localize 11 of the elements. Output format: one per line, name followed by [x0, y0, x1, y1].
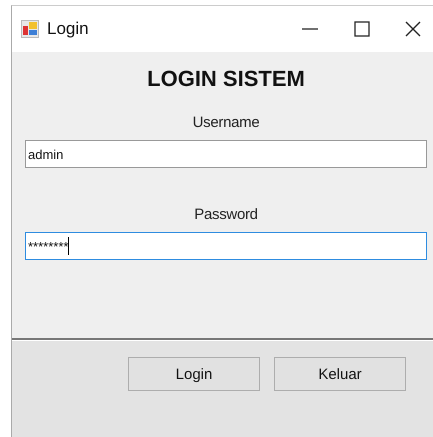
- field-label: Username: [192, 114, 260, 131]
- close-icon[interactable]: [405, 21, 421, 37]
- window-title: Login: [47, 19, 89, 39]
- input-field[interactable]: admin: [25, 140, 427, 168]
- form-heading: LOGIN SISTEM: [147, 66, 305, 92]
- input-field[interactable]: ********: [25, 232, 427, 260]
- field-label: Password: [194, 206, 258, 223]
- exit-button[interactable]: Keluar: [274, 357, 406, 391]
- maximize-icon[interactable]: [354, 21, 370, 37]
- app-icon: [21, 20, 39, 38]
- login-button[interactable]: Login: [128, 357, 260, 391]
